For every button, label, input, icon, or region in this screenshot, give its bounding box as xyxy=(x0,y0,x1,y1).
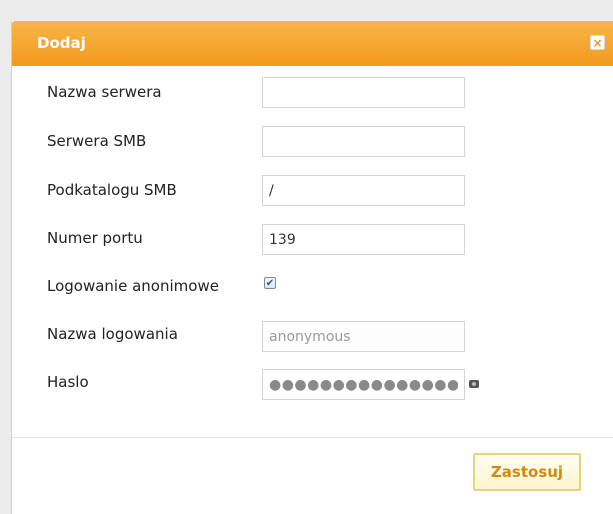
dialog-title-bar: Dodaj × xyxy=(12,21,613,66)
password-input[interactable] xyxy=(262,369,465,400)
server-name-input[interactable] xyxy=(262,77,465,108)
smb-subdirectory-input[interactable] xyxy=(262,175,465,206)
apply-button[interactable]: Zastosuj xyxy=(473,453,581,491)
password-label: Haslo xyxy=(47,373,89,391)
dialog-title: Dodaj xyxy=(37,34,86,52)
port-number-label: Numer portu xyxy=(47,229,143,247)
server-name-label: Nazwa serwera xyxy=(47,83,162,101)
eye-icon[interactable] xyxy=(469,380,479,388)
login-name-input[interactable] xyxy=(262,321,465,352)
login-name-label: Nazwa logowania xyxy=(47,325,178,343)
anonymous-login-label: Logowanie anonimowe xyxy=(47,277,219,295)
smb-server-label: Serwera SMB xyxy=(47,132,147,150)
add-dialog: Dodaj × Nazwa serwera Serwera SMB Podkat… xyxy=(11,21,613,514)
close-icon[interactable]: × xyxy=(590,35,605,50)
anonymous-login-checkbox[interactable]: ✔ xyxy=(264,277,276,289)
footer-divider xyxy=(12,437,613,438)
smb-server-input[interactable] xyxy=(262,126,465,157)
port-number-input[interactable] xyxy=(262,224,465,255)
smb-subdirectory-label: Podkatalogu SMB xyxy=(47,181,177,199)
